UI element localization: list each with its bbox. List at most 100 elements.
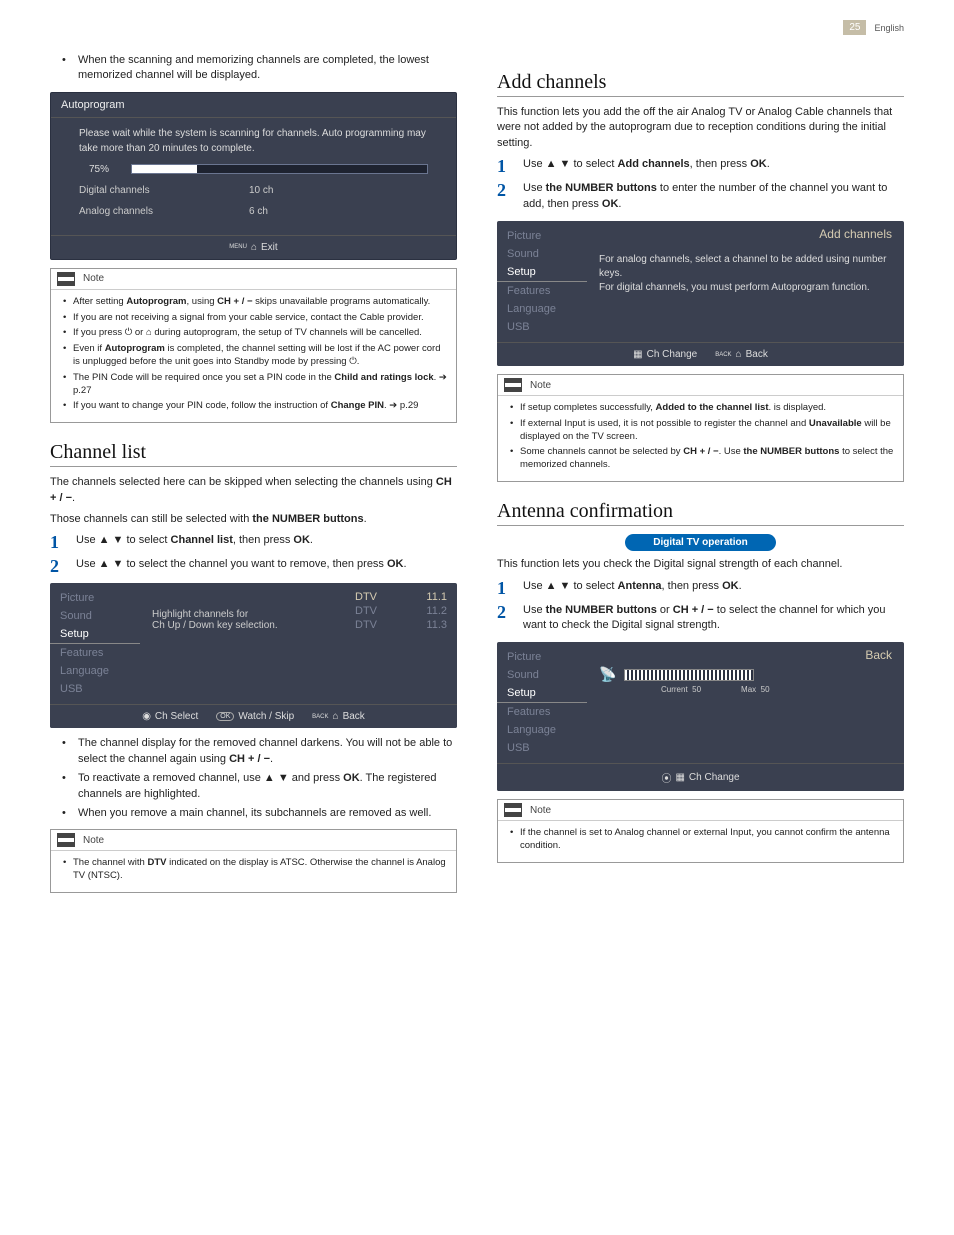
note-icon: [57, 272, 75, 286]
note-item: The PIN Code will be required once you s…: [63, 372, 448, 398]
dtv-row: DTV11.2: [337, 605, 447, 617]
home-icon: ⌂: [251, 242, 257, 253]
dtv-row: DTV11.1: [337, 591, 447, 603]
left-column: When the scanning and memorizing channel…: [50, 53, 457, 901]
grid-icon: ▦: [633, 349, 642, 360]
home-icon: ⌂: [333, 711, 339, 722]
note-label: Note: [83, 835, 104, 846]
analog-channels-value: 6 ch: [209, 204, 268, 219]
ok-icon: OK: [216, 712, 234, 721]
digital-channels-label: Digital channels: [79, 183, 209, 198]
menu-item-language: Language: [497, 721, 587, 739]
home-icon: ⌂: [736, 349, 742, 360]
menu-item-features: Features: [497, 703, 587, 721]
add-channels-step1: Use ▲ ▼ to select Add channels, then pre…: [523, 157, 904, 173]
menu-item-sound: Sound: [497, 245, 587, 263]
watch-skip-label: Watch / Skip: [238, 711, 294, 722]
add-channels-top-right: Add channels: [819, 227, 892, 241]
pill-wrap: Digital TV operation: [497, 534, 904, 551]
dtv-row: DTV11.3: [337, 619, 447, 631]
menu-item-sound: Sound: [497, 666, 587, 684]
menu-item-setup: Setup: [497, 263, 587, 282]
ch-change-label: Ch Change: [647, 349, 698, 360]
menu-item-language: Language: [50, 662, 140, 680]
page-header: 25 English: [50, 20, 904, 35]
add-channels-screen: PictureSoundSetupFeaturesLanguageUSB Add…: [497, 221, 904, 366]
note3-list: If setup completes successfully, Added t…: [506, 402, 895, 472]
channel-list-post-bullets: The channel display for the removed chan…: [50, 736, 457, 821]
note2-list: The channel with DTV indicated on the di…: [59, 857, 448, 883]
dtv-rows: DTV11.1 DTV11.2 DTV11.3: [337, 591, 447, 633]
menu-item-picture: Picture: [497, 227, 587, 245]
antenna-screen: PictureSoundSetupFeaturesLanguageUSB Bac…: [497, 642, 904, 791]
menu-item-usb: USB: [497, 318, 587, 336]
antenna-intro: This function lets you check the Digital…: [497, 557, 904, 572]
step-number: 2: [497, 603, 511, 621]
channel-list-p2: Those channels can still be selected wit…: [50, 512, 457, 527]
menu-item-features: Features: [497, 282, 587, 300]
channel-list-p1: The channels selected here can be skippe…: [50, 475, 457, 506]
note-item: If the channel is set to Analog channel …: [510, 827, 895, 853]
note-item: The channel with DTV indicated on the di…: [63, 857, 448, 883]
list-item: The channel display for the removed chan…: [68, 736, 457, 767]
nav-icon: ◉: [142, 711, 151, 722]
step-number: 1: [497, 579, 511, 597]
note-icon: [57, 833, 75, 847]
back-label: Back: [343, 711, 365, 722]
autoprogram-title: Autoprogram: [51, 93, 456, 118]
page-number: 25: [843, 20, 866, 35]
note1-list: After setting Autoprogram, using CH + / …: [59, 296, 448, 414]
progress-bar: [131, 164, 428, 174]
dot-icon: ⦿: [661, 770, 671, 785]
note-item: Some channels cannot be selected by CH +…: [510, 446, 895, 472]
note-item: If setup completes successfully, Added t…: [510, 402, 895, 415]
right-column: Add channels This function lets you add …: [497, 53, 904, 901]
menu-item-picture: Picture: [497, 648, 587, 666]
add-channels-heading: Add channels: [497, 71, 904, 97]
note-icon: [504, 378, 522, 392]
intro-bullet: When the scanning and memorizing channel…: [68, 53, 457, 84]
antenna-step1: Use ▲ ▼ to select Antenna, then press OK…: [523, 579, 904, 595]
ch-change-label: Ch Change: [689, 772, 740, 783]
autoprogram-screen: Autoprogram Please wait while the system…: [50, 92, 457, 260]
note-box-2: Note The channel with DTV indicated on t…: [50, 829, 457, 893]
channel-list-step1: Use ▲ ▼ to select Channel list, then pre…: [76, 533, 457, 549]
grid-icon: ▦: [675, 772, 684, 783]
note-label: Note: [530, 805, 551, 816]
note-label: Note: [530, 380, 551, 391]
add-channels-intro: This function lets you add the off the a…: [497, 105, 904, 151]
list-item: When you remove a main channel, its subc…: [68, 806, 457, 821]
antenna-icon: 📡: [599, 666, 616, 683]
menu-item-picture: Picture: [50, 589, 140, 607]
step-number: 2: [50, 557, 64, 575]
progress-percent: 75%: [79, 162, 119, 177]
channel-list-heading: Channel list: [50, 441, 457, 467]
menu-item-usb: USB: [50, 680, 140, 698]
autoprogram-wait-msg: Please wait while the system is scanning…: [79, 126, 428, 156]
digital-channels-value: 10 ch: [209, 183, 273, 198]
note-label: Note: [83, 273, 104, 284]
step-number: 1: [50, 533, 64, 551]
menu-sidebar: PictureSoundSetupFeaturesLanguageUSB: [497, 221, 587, 342]
add-channels-step2: Use the NUMBER buttons to enter the numb…: [523, 181, 904, 213]
note-icon: [504, 803, 522, 817]
menu-hint-icon: MENU: [229, 244, 247, 250]
note4-list: If the channel is set to Analog channel …: [506, 827, 895, 853]
note-item: If you press ⏻ or ⌂ during autoprogram, …: [63, 327, 448, 340]
analog-channels-label: Analog channels: [79, 204, 209, 219]
ch-select-label: Ch Select: [155, 711, 198, 722]
menu-item-sound: Sound: [50, 607, 140, 625]
menu-item-setup: Setup: [497, 684, 587, 703]
channel-list-screen: PictureSoundSetupFeaturesLanguageUSB Hig…: [50, 583, 457, 728]
digital-tv-pill: Digital TV operation: [625, 534, 775, 551]
menu-sidebar: PictureSoundSetupFeaturesLanguageUSB: [50, 583, 140, 704]
list-item: To reactivate a removed channel, use ▲ ▼…: [68, 771, 457, 802]
signal-labels: Current 50 Max 50: [599, 685, 892, 694]
back-hint: BACK: [312, 714, 328, 720]
step-number: 1: [497, 157, 511, 175]
antenna-step2: Use the NUMBER buttons or CH + / − to se…: [523, 603, 904, 635]
note-box-4: Note If the channel is set to Analog cha…: [497, 799, 904, 863]
note-box-3: Note If setup completes successfully, Ad…: [497, 374, 904, 482]
antenna-top-right: Back: [865, 648, 892, 662]
note-item: After setting Autoprogram, using CH + / …: [63, 296, 448, 309]
